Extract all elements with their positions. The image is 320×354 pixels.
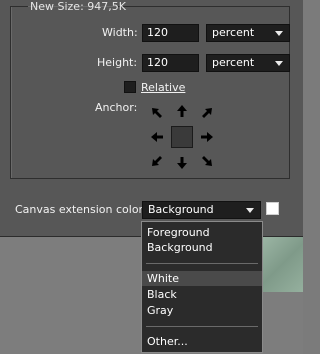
height-input[interactable]: 120 — [142, 54, 199, 72]
menu-item-background[interactable]: Background — [142, 240, 262, 255]
arrow-up-right-icon[interactable] — [200, 106, 214, 120]
height-unit-select[interactable]: percent — [206, 54, 290, 72]
height-unit-value: percent — [212, 56, 255, 69]
relative-label[interactable]: Relative — [141, 81, 185, 94]
anchor-label: Anchor: — [95, 101, 138, 114]
width-label: Width: — [102, 26, 138, 39]
arrow-right-icon[interactable] — [200, 130, 214, 144]
menu-item-black[interactable]: Black — [142, 287, 262, 302]
relative-checkbox[interactable] — [124, 81, 136, 93]
chevron-down-icon — [246, 208, 254, 213]
arrow-down-icon[interactable] — [175, 156, 189, 170]
menu-separator — [146, 326, 258, 327]
color-swatch[interactable] — [266, 202, 279, 215]
canvas-size-dialog: New Size: 947,5K Width: 120 percent Heig… — [0, 0, 303, 237]
arrow-left-icon[interactable] — [150, 130, 164, 144]
new-size-legend: New Size: 947,5K — [30, 0, 126, 13]
chevron-down-icon — [275, 31, 283, 36]
width-unit-select[interactable]: percent — [206, 24, 290, 42]
width-input[interactable]: 120 — [142, 24, 199, 42]
height-label: Height: — [97, 56, 138, 69]
canvas-extension-color-select[interactable]: Background — [142, 201, 261, 219]
menu-item-white[interactable]: White — [142, 271, 262, 286]
image-content — [262, 236, 303, 292]
chevron-down-icon — [275, 61, 283, 66]
arrow-up-icon[interactable] — [175, 104, 189, 118]
menu-item-foreground[interactable]: Foreground — [142, 225, 262, 240]
canvas-extension-color-label: Canvas extension color: — [15, 203, 147, 216]
menu-item-gray[interactable]: Gray — [142, 303, 262, 318]
arrow-down-left-icon[interactable] — [150, 154, 164, 168]
canvas-extension-color-value: Background — [148, 203, 214, 216]
menu-item-other[interactable]: Other... — [142, 334, 262, 349]
arrow-up-left-icon[interactable] — [150, 106, 164, 120]
arrow-down-right-icon[interactable] — [200, 154, 214, 168]
anchor-center-cell[interactable] — [171, 126, 193, 148]
width-unit-value: percent — [212, 26, 255, 39]
canvas-extension-color-menu: Foreground Background White Black Gray O… — [141, 221, 263, 353]
menu-separator — [146, 263, 258, 264]
